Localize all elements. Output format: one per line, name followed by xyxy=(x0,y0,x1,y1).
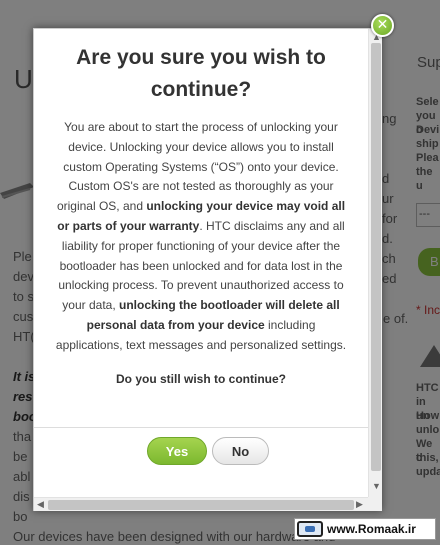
scroll-left-icon[interactable]: ◀ xyxy=(37,499,44,510)
scrollbar-corner xyxy=(368,497,382,511)
yes-button[interactable]: Yes xyxy=(147,437,207,465)
vertical-scroll-thumb[interactable] xyxy=(371,43,381,471)
confirm-dialog: Are you sure you wish to continue? You a… xyxy=(33,28,382,511)
watermark: www.Romaak.ir xyxy=(294,518,436,540)
watermark-text: www.Romaak.ir xyxy=(327,522,416,536)
dialog-body: You are about to start the process of un… xyxy=(34,106,368,356)
watermark-logo-icon xyxy=(297,521,323,537)
dialog-question: Do you still wish to continue? xyxy=(116,371,286,386)
vertical-scrollbar[interactable]: ▲ ▼ xyxy=(368,29,382,497)
dialog-divider xyxy=(34,427,368,428)
horizontal-scrollbar[interactable]: ◀ ▶ xyxy=(34,497,368,511)
dialog-content: Are you sure you wish to continue? You a… xyxy=(34,29,368,497)
no-button[interactable]: No xyxy=(212,437,269,465)
dialog-button-row: Yes No xyxy=(34,435,368,467)
horizontal-scroll-thumb[interactable] xyxy=(48,500,354,510)
close-icon[interactable]: ✕ xyxy=(371,14,394,37)
dialog-title: Are you sure you wish to continue? xyxy=(76,46,326,101)
scroll-down-icon[interactable]: ▼ xyxy=(372,481,381,491)
scroll-right-icon[interactable]: ▶ xyxy=(356,499,363,510)
